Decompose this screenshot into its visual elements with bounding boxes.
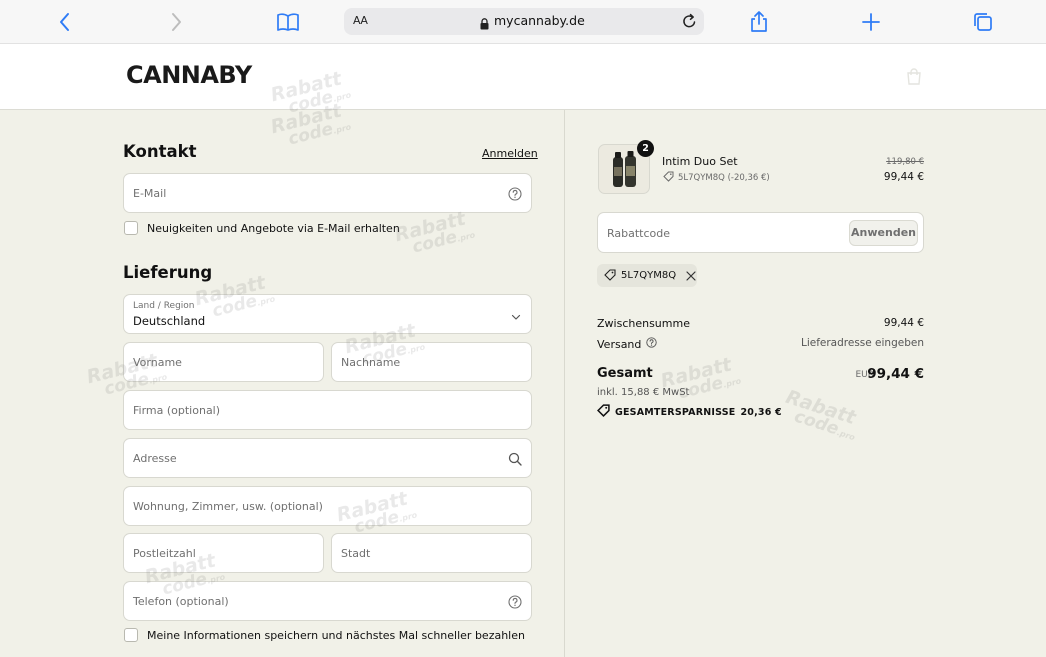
product-discount: 5L7QYM8Q (-20,36 €) (663, 171, 770, 185)
forward-icon[interactable] (164, 10, 188, 34)
shipping-label: Versand (597, 337, 642, 351)
phone-field[interactable]: Telefon (optional) (123, 581, 532, 621)
last-name-field[interactable]: Nachname (331, 342, 532, 382)
save-info-checkbox-row[interactable]: Meine Informationen speichern und nächst… (124, 628, 525, 642)
help-icon[interactable] (508, 186, 522, 205)
newsletter-checkbox-row[interactable]: Neuigkeiten und Angebote via E-Mail erha… (124, 221, 400, 235)
search-icon[interactable] (508, 451, 522, 470)
city-placeholder: Stadt (341, 547, 371, 560)
company-field[interactable]: Firma (optional) (123, 390, 532, 430)
applied-code-text: 5L7QYM8Q (621, 270, 677, 281)
newsletter-checkbox[interactable] (124, 221, 138, 235)
email-field[interactable]: E-Mail (123, 173, 532, 213)
login-link[interactable]: Anmelden (482, 147, 538, 160)
cart-icon[interactable] (905, 68, 923, 90)
help-icon[interactable] (508, 594, 522, 613)
site-header: CANNABY (0, 44, 1046, 110)
savings-label: GESAMTERSPARNISSE (615, 406, 736, 418)
reload-icon[interactable] (682, 13, 697, 33)
country-select[interactable]: Land / Region Deutschland (123, 294, 532, 334)
back-icon[interactable] (53, 10, 77, 34)
discount-code-field[interactable]: Rabattcode Anwenden (597, 212, 924, 253)
email-placeholder: E-Mail (133, 187, 167, 200)
delivery-heading: Lieferung (123, 263, 213, 282)
save-info-checkbox[interactable] (124, 628, 138, 642)
product-old-price: 119,80 € (886, 157, 924, 167)
chevron-down-icon (510, 308, 522, 327)
subtotal-label: Zwischensumme (597, 317, 690, 330)
share-icon[interactable] (747, 10, 771, 34)
total-savings: GESAMTERSPARNISSE 20,36 € (597, 404, 782, 420)
apply-discount-button[interactable]: Anwenden (849, 220, 918, 246)
remove-code-icon[interactable] (686, 266, 696, 285)
shipping-label-row: Versand (597, 337, 658, 351)
apartment-placeholder: Wohnung, Zimmer, usw. (optional) (133, 500, 323, 513)
apartment-field[interactable]: Wohnung, Zimmer, usw. (optional) (123, 486, 532, 526)
cannaby-logo[interactable]: CANNABY (126, 61, 252, 89)
help-icon[interactable] (646, 337, 658, 351)
newsletter-label: Neuigkeiten und Angebote via E-Mail erha… (147, 221, 400, 235)
browser-toolbar: AA mycannaby.de (0, 0, 1046, 44)
new-tab-icon[interactable] (859, 10, 883, 34)
country-value: Deutschland (133, 314, 206, 328)
address-placeholder: Adresse (133, 452, 177, 465)
contact-heading: Kontakt (123, 142, 197, 161)
tabs-overview-icon[interactable] (971, 10, 995, 34)
city-field[interactable]: Stadt (331, 533, 532, 573)
url-text: mycannaby.de (494, 13, 585, 28)
tag-icon (663, 171, 674, 185)
last-name-placeholder: Nachname (341, 356, 401, 369)
address-field[interactable]: Adresse (123, 438, 532, 478)
company-placeholder: Firma (optional) (133, 404, 221, 417)
product-name: Intim Duo Set (662, 155, 738, 168)
product-price: 99,44 € (883, 171, 924, 183)
bookmarks-icon[interactable] (276, 10, 300, 34)
tag-icon (597, 404, 610, 420)
tag-icon (604, 266, 616, 285)
phone-placeholder: Telefon (optional) (133, 595, 229, 608)
first-name-placeholder: Vorname (133, 356, 182, 369)
save-info-label: Meine Informationen speichern und nächst… (147, 628, 525, 642)
postal-code-placeholder: Postleitzahl (133, 547, 196, 560)
applied-code-chip: 5L7QYM8Q (597, 264, 697, 287)
savings-value: 20,36 € (740, 406, 782, 418)
product-discount-text: 5L7QYM8Q (-20,36 €) (678, 173, 770, 183)
address-bar[interactable]: AA mycannaby.de (344, 8, 704, 35)
country-label: Land / Region (133, 301, 195, 311)
total-value: 99,44 € (867, 366, 924, 382)
discount-code-placeholder: Rabattcode (607, 227, 671, 240)
reader-aa-button[interactable]: AA (353, 14, 368, 27)
shipping-value: Lieferadresse eingeben (800, 337, 924, 349)
postal-code-field[interactable]: Postleitzahl (123, 533, 324, 573)
lock-icon (480, 15, 489, 34)
subtotal-value: 99,44 € (883, 317, 924, 329)
first-name-field[interactable]: Vorname (123, 342, 324, 382)
tax-line: inkl. 15,88 € MwSt (597, 387, 690, 398)
quantity-badge: 2 (637, 140, 654, 157)
total-label: Gesamt (597, 366, 653, 381)
